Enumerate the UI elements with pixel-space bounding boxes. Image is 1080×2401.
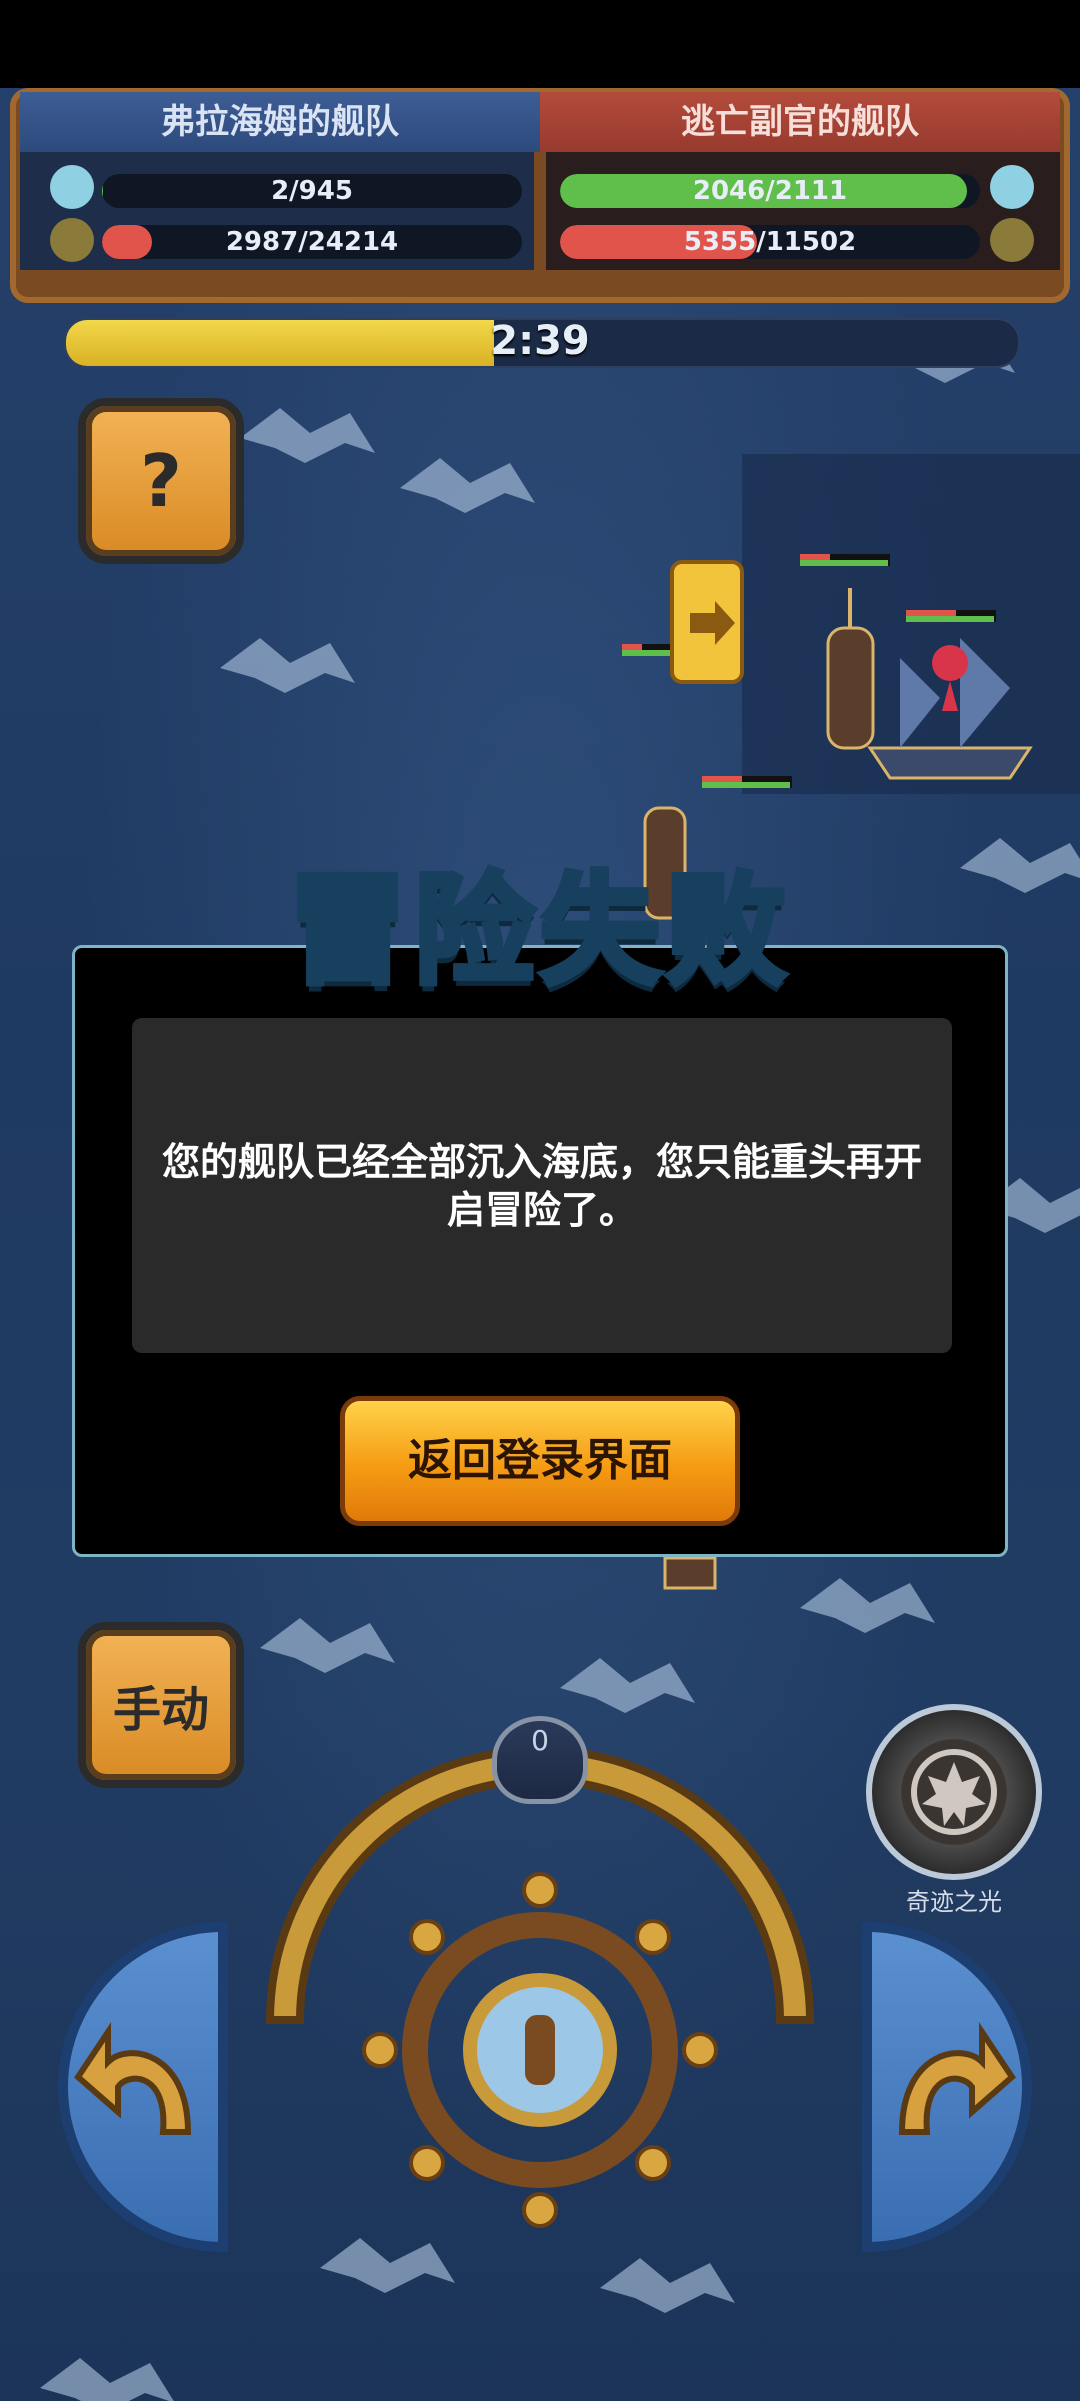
left-ship-icon [50,218,94,262]
failure-message-box: 您的舰队已经全部沉入海底，您只能重头再开启冒险了。 [132,1018,952,1353]
speed-gauge-indicator: 0 [492,1716,588,1804]
right-crew-icon [990,165,1034,209]
sunk-ship [663,1556,717,1590]
failure-title: 冒险失败 [285,859,792,1004]
battle-timer-text: 2:39 [490,318,590,364]
right-fleet-name: 逃亡副官的舰队 [540,92,1060,152]
help-button[interactable]: ? [78,398,244,564]
return-to-login-label: 返回登录界面 [408,1435,672,1486]
left-fleet-name: 弗拉海姆的舰队 [20,92,540,152]
turn-right-button[interactable] [862,1922,1032,2252]
left-hull-bar-fill [102,225,153,259]
speed-gauge-value: 0 [531,1724,549,1757]
status-bar [0,0,1080,88]
left-crew-value: 2/945 [271,176,353,206]
manual-button-label: 手动 [112,1682,209,1738]
left-crew-icon [50,165,94,209]
left-hull-bar: 2987/24214 [102,225,522,259]
miracle-light-label: 奇迹之光 [906,1888,1002,1916]
miracle-light-skill-button[interactable] [866,1704,1042,1880]
turn-right-arrow-icon [898,2022,1016,2135]
right-crew-value: 2046/2111 [692,176,848,206]
turn-left-button[interactable] [58,1922,228,2252]
left-crew-bar: 2/945 [102,174,522,208]
right-crew-bar: 2046/2111 [560,174,980,208]
left-crew-bar-fill [102,174,103,208]
right-hull-bar: 5355/11502 [560,225,980,259]
miracle-light-icon [911,1749,997,1835]
failure-message: 您的舰队已经全部沉入海底，您只能重头再开启冒险了。 [162,1139,923,1232]
right-hull-value: 5355/11502 [683,227,857,257]
right-ship-icon [990,218,1034,262]
turn-left-arrow-icon [74,2022,192,2135]
left-hull-value: 2987/24214 [225,227,399,257]
return-to-login-button[interactable]: 返回登录界面 [340,1396,740,1526]
help-button-label: ? [140,439,182,523]
failure-banner: 冒险失败 [200,840,880,1004]
